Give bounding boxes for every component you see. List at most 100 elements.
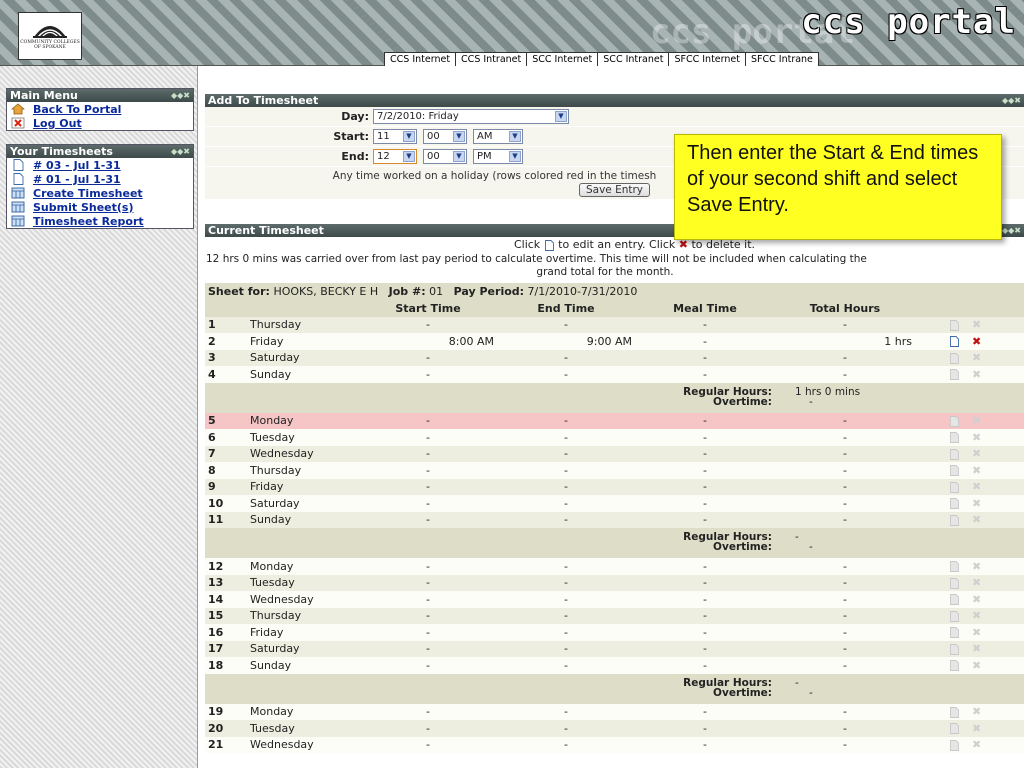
start-time-cell: - — [359, 736, 497, 753]
edit-entry-icon[interactable] — [949, 415, 960, 427]
total-hours-cell: - — [775, 591, 915, 608]
edit-entry-icon[interactable] — [949, 561, 960, 573]
edit-entry-icon[interactable] — [949, 660, 960, 672]
edit-entry-icon[interactable] — [949, 369, 960, 381]
start-time-cell: - — [359, 445, 497, 462]
edit-entry-icon[interactable] — [949, 481, 960, 493]
menu-item-log-out[interactable]: Log Out — [7, 116, 193, 130]
table-row: 16 Friday - - - - ✖ — [205, 624, 1024, 641]
delete-entry-icon[interactable]: ✖ — [972, 626, 981, 639]
edit-entry-icon[interactable] — [949, 706, 960, 718]
tab-ccs-intranet[interactable]: CCS Intranet — [456, 53, 528, 66]
edit-entry-icon[interactable] — [949, 498, 960, 510]
delete-entry-icon[interactable]: ✖ — [972, 318, 981, 331]
delete-entry-icon[interactable]: ✖ — [972, 368, 981, 381]
col-start-time: Start Time — [359, 300, 497, 317]
save-entry-button[interactable]: Save Entry — [578, 183, 651, 197]
day-number: 2 — [205, 333, 247, 350]
tab-ccs-internet[interactable]: CCS Internet — [385, 53, 457, 66]
edit-entry-icon[interactable] — [949, 465, 960, 477]
delete-entry-icon[interactable]: ✖ — [972, 431, 981, 444]
delete-entry-icon[interactable]: ✖ — [972, 513, 981, 526]
edit-entry-icon[interactable] — [949, 739, 960, 751]
edit-entry-icon[interactable] — [949, 319, 960, 331]
panel-controls-icon[interactable]: ◆◆✖ — [1002, 94, 1021, 107]
menu-item-submit-sheets[interactable]: Submit Sheet(s) — [7, 200, 193, 214]
edit-document-icon — [544, 239, 554, 251]
delete-entry-icon[interactable]: ✖ — [972, 642, 981, 655]
menu-item-timesheet-report[interactable]: Timesheet Report — [7, 214, 193, 228]
table-row: 21 Wednesday - - - - ✖ — [205, 736, 1024, 753]
panel-controls-icon[interactable]: ◆◆✖ — [171, 145, 190, 158]
start-time-cell: - — [359, 574, 497, 591]
edit-entry-icon[interactable] — [949, 594, 960, 606]
delete-entry-icon[interactable]: ✖ — [972, 609, 981, 622]
day-name: Tuesday — [247, 574, 359, 591]
delete-entry-icon[interactable]: ✖ — [972, 576, 981, 589]
meal-time-cell: - — [635, 624, 775, 641]
start-minute-select[interactable]: 00 ▼ — [423, 129, 467, 144]
start-hour-select[interactable]: 11 ▼ — [373, 129, 417, 144]
day-number: 19 — [205, 703, 247, 720]
delete-entry-icon[interactable]: ✖ — [972, 659, 981, 672]
start-ampm-select[interactable]: AM ▼ — [473, 129, 523, 144]
menu-item-create-timesheet[interactable]: Create Timesheet — [7, 186, 193, 200]
document-icon — [13, 173, 24, 185]
menu-item-back-to-portal[interactable]: Back To Portal — [7, 102, 193, 116]
end-time-cell: - — [497, 558, 635, 575]
day-select[interactable]: 7/2/2010: Friday ▼ — [373, 109, 569, 124]
panel-controls-icon[interactable]: ◆◆✖ — [171, 89, 190, 102]
delete-entry-icon[interactable]: ✖ — [972, 705, 981, 718]
end-time-cell: - — [497, 624, 635, 641]
end-time-cell: - — [497, 316, 635, 333]
tab-scc-intranet[interactable]: SCC Intranet — [598, 53, 670, 66]
menu-item-timesheet-03[interactable]: # 03 - Jul 1-31 — [7, 158, 193, 172]
edit-entry-icon[interactable] — [949, 723, 960, 735]
edit-entry-icon[interactable] — [949, 514, 960, 526]
delete-entry-icon[interactable]: ✖ — [972, 335, 981, 348]
edit-entry-icon[interactable] — [949, 610, 960, 622]
delete-entry-icon[interactable]: ✖ — [972, 593, 981, 606]
end-ampm-select[interactable]: PM ▼ — [473, 149, 523, 164]
tab-sfcc-internet[interactable]: SFCC Internet — [669, 53, 746, 66]
delete-entry-icon[interactable]: ✖ — [972, 722, 981, 735]
day-name: Wednesday — [247, 736, 359, 753]
meal-time-cell: - — [635, 445, 775, 462]
delete-entry-icon[interactable]: ✖ — [972, 738, 981, 751]
edit-entry-icon[interactable] — [949, 432, 960, 444]
tab-sfcc-intranet[interactable]: SFCC Intrane — [746, 53, 818, 66]
delete-entry-icon[interactable]: ✖ — [972, 464, 981, 477]
table-row: 8 Thursday - - - - ✖ — [205, 462, 1024, 479]
edit-entry-icon[interactable] — [949, 643, 960, 655]
end-minute-select[interactable]: 00 ▼ — [423, 149, 467, 164]
table-row: 14 Wednesday - - - - ✖ — [205, 591, 1024, 608]
delete-entry-icon[interactable]: ✖ — [972, 497, 981, 510]
delete-entry-icon[interactable]: ✖ — [972, 480, 981, 493]
end-hour-select[interactable]: 12 ▼ — [373, 149, 417, 164]
tab-scc-internet[interactable]: SCC Internet — [527, 53, 599, 66]
site-tabs: CCS Internet CCS Intranet SCC Internet S… — [384, 52, 819, 66]
total-hours-cell: - — [775, 720, 915, 737]
end-time-cell: - — [497, 366, 635, 383]
edit-entry-icon[interactable] — [949, 577, 960, 589]
edit-entry-icon[interactable] — [949, 627, 960, 639]
day-number: 4 — [205, 366, 247, 383]
edit-entry-icon[interactable] — [949, 448, 960, 460]
end-label: End: — [341, 150, 369, 163]
delete-entry-icon[interactable]: ✖ — [972, 351, 981, 364]
ccs-logo[interactable]: COMMUNITY COLLEGES OF SPOKANE — [18, 12, 82, 60]
delete-entry-icon[interactable]: ✖ — [972, 447, 981, 460]
add-to-timesheet-title: Add To Timesheet ◆◆✖ — [205, 94, 1024, 107]
day-name: Thursday — [247, 316, 359, 333]
delete-entry-icon[interactable]: ✖ — [972, 414, 981, 427]
panel-controls-icon[interactable]: ◆◆✖ — [1002, 224, 1021, 237]
overtime-label: Overtime: — [713, 686, 772, 699]
edit-entry-icon[interactable] — [949, 336, 960, 348]
start-time-cell: - — [359, 703, 497, 720]
day-number: 5 — [205, 412, 247, 429]
menu-item-timesheet-01[interactable]: # 01 - Jul 1-31 — [7, 172, 193, 186]
delete-entry-icon[interactable]: ✖ — [972, 560, 981, 573]
edit-entry-icon[interactable] — [949, 352, 960, 364]
table-row: 20 Tuesday - - - - ✖ — [205, 720, 1024, 737]
meal-time-cell: - — [635, 591, 775, 608]
